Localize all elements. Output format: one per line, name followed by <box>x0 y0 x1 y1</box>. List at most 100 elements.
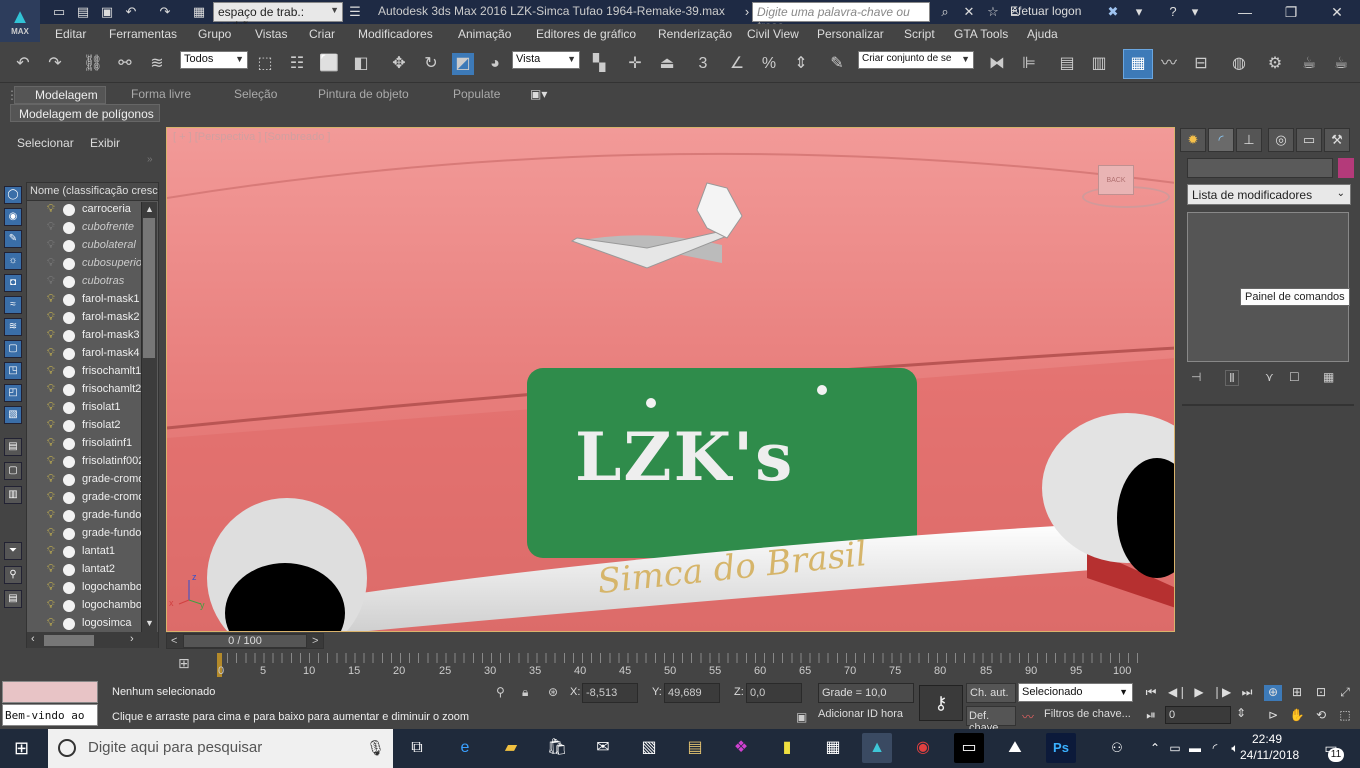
scene-row[interactable]: 💡︎ farol-mask4 <box>27 345 158 363</box>
freeze-toggle-icon[interactable] <box>63 582 75 594</box>
modifier-stack[interactable] <box>1187 212 1349 362</box>
account-menu-chevron-icon[interactable]: ▾ <box>1130 3 1148 21</box>
rendered-frame-window-icon[interactable]: ☕ <box>1298 53 1320 75</box>
scene-scroll-thumb[interactable] <box>143 218 155 358</box>
time-slider[interactable]: < 0 / 100 > <box>166 633 324 649</box>
zoom-extents-all-icon[interactable]: ⊡ <box>1312 685 1330 701</box>
ribbon-options-icon[interactable]: ▣▾ <box>530 87 547 101</box>
menu-item-vistas[interactable]: Vistas <box>255 27 287 41</box>
freeze-toggle-icon[interactable] <box>63 456 75 468</box>
scene-row[interactable]: 💡︎ carroceria <box>27 201 158 219</box>
object-color-swatch[interactable] <box>1338 158 1354 178</box>
chrome-icon[interactable]: ◉ <box>908 733 938 763</box>
bind-space-warp-icon[interactable]: ≋ <box>146 53 168 75</box>
taskbar-search-box[interactable]: Digite aqui para pesquisar 🎙︎ <box>48 729 393 768</box>
light-bulb-icon[interactable]: 💡︎ <box>47 473 57 486</box>
scene-row[interactable]: 💡︎ farol-mask1 <box>27 291 158 309</box>
freeze-toggle-icon[interactable] <box>63 222 75 234</box>
task-view-icon[interactable]: ⧉ <box>402 733 432 763</box>
select-object-icon[interactable]: ⬚ <box>254 53 276 75</box>
prev-frame-icon[interactable]: < <box>171 635 177 647</box>
archive-app-icon[interactable]: ▤ <box>680 733 710 763</box>
freeze-toggle-icon[interactable] <box>63 546 75 558</box>
light-bulb-icon[interactable]: 💡︎ <box>47 437 57 450</box>
image-viewer-icon[interactable]: ⛰ <box>1000 733 1030 763</box>
track-bar[interactable]: 0 5 10 15 20 25 30 35 40 45 50 55 60 65 … <box>217 653 1138 679</box>
light-bulb-icon[interactable]: 💡︎ <box>47 545 57 558</box>
orbit-icon[interactable]: ⟲ <box>1312 708 1330 724</box>
display-helpers-icon[interactable]: ≈ <box>4 296 22 314</box>
menu-item-modificadores[interactable]: Modificadores <box>358 27 433 41</box>
render-production-icon[interactable]: ☕ <box>1330 53 1352 75</box>
place-icon[interactable]: ◕ <box>484 53 506 75</box>
pin-stack-icon[interactable]: ⊣ <box>1191 370 1201 384</box>
open-file-icon[interactable]: ▤ <box>74 3 92 21</box>
move-icon[interactable]: ✥ <box>388 53 410 75</box>
quick-access-menu-icon[interactable]: ☰ <box>346 3 364 21</box>
current-frame-field[interactable]: 0 <box>1165 706 1231 724</box>
freeze-toggle-icon[interactable] <box>63 492 75 504</box>
freeze-toggle-icon[interactable] <box>63 600 75 612</box>
photoshop-icon[interactable]: Ps <box>1046 733 1076 763</box>
isolate-selection-icon[interactable]: ⚲ <box>496 685 505 699</box>
menu-item-criar[interactable]: Criar <box>309 27 335 41</box>
store-icon[interactable]: 🛍︎ <box>542 733 572 763</box>
scroll-right-icon[interactable]: › <box>130 633 134 645</box>
freeze-toggle-icon[interactable] <box>63 366 75 378</box>
zoom-extents-selected-icon[interactable]: ⤢ <box>1336 685 1354 701</box>
hierarchy-icon[interactable]: ▥ <box>4 486 22 504</box>
tab-pintura-objeto[interactable]: Pintura de objeto <box>318 87 409 101</box>
key-filters-button[interactable]: Filtros de chave... <box>1044 708 1131 720</box>
listener-mini-pane[interactable] <box>2 681 98 703</box>
scene-row[interactable]: 💡︎ lantat1 <box>27 543 158 561</box>
name-column-header[interactable]: Nome (classificação crescente) <box>27 183 158 201</box>
selection-lock-icon[interactable]: 🔒︎ <box>522 685 528 700</box>
select-manipulate-icon[interactable]: ✛ <box>624 53 646 75</box>
edit-named-selection-icon[interactable]: ✎ <box>826 53 848 75</box>
scene-row[interactable]: 💡︎ cubosuperior <box>27 255 158 273</box>
freeze-toggle-icon[interactable] <box>63 204 75 216</box>
light-bulb-icon[interactable]: 💡︎ <box>47 203 57 216</box>
binoculars-icon[interactable]: ⌕ <box>936 3 954 21</box>
auto-key-button[interactable]: Ch. aut. <box>966 683 1016 703</box>
spinner-snap-icon[interactable]: ⇕ <box>790 53 812 75</box>
light-bulb-icon[interactable]: 💡︎ <box>47 329 57 342</box>
unlink-icon[interactable]: ⚯ <box>114 53 136 75</box>
mini-curve-editor-icon[interactable]: ⊞ <box>178 655 190 672</box>
scene-row[interactable]: 💡︎ frisolatinf1 <box>27 435 158 453</box>
light-bulb-icon[interactable]: 💡︎ <box>47 401 57 414</box>
scene-row[interactable]: 💡︎ grade-cromo <box>27 489 158 507</box>
light-bulb-icon[interactable]: 💡︎ <box>47 239 57 252</box>
menu-item-ferramentas[interactable]: Ferramentas <box>109 27 177 41</box>
scene-row[interactable]: 💡︎ farol-mask2 <box>27 309 158 327</box>
frame-spinner-icon[interactable]: ⇕ <box>1232 706 1250 722</box>
utilities-tab-icon[interactable]: ⚒ <box>1324 128 1350 152</box>
render-setup-icon[interactable]: ⚙ <box>1264 53 1286 75</box>
scene-row[interactable]: 💡︎ grade-cromo <box>27 471 158 489</box>
scene-row[interactable]: 💡︎ frisochamlt2 <box>27 381 158 399</box>
calendar-app-icon[interactable]: ▦ <box>818 733 848 763</box>
pan-view-icon[interactable]: ✋ <box>1288 708 1306 724</box>
light-bulb-icon[interactable]: 💡︎ <box>47 221 57 234</box>
redo-icon[interactable]: ↷ <box>44 53 66 75</box>
freeze-toggle-icon[interactable] <box>63 294 75 306</box>
next-key-icon[interactable]: ❘▶ <box>1212 685 1231 701</box>
freeze-toggle-icon[interactable] <box>63 330 75 342</box>
x-coordinate-field[interactable]: -8,513 <box>582 683 638 703</box>
curve-editor-icon[interactable]: 〰 <box>1158 53 1180 75</box>
scene-row[interactable]: 💡︎ lantat2 <box>27 561 158 579</box>
named-selection-dropdown[interactable]: Criar conjunto de se ▼ <box>858 51 974 69</box>
restore-icon[interactable]: ❐ <box>1268 0 1314 24</box>
scene-row[interactable]: 💡︎ frisolat1 <box>27 399 158 417</box>
mail-icon[interactable]: ✉ <box>588 733 618 763</box>
freeze-toggle-icon[interactable] <box>63 276 75 288</box>
light-bulb-icon[interactable]: 💡︎ <box>47 257 57 270</box>
align-icon[interactable]: ⊫ <box>1018 53 1040 75</box>
scene-menu-selecionar[interactable]: Selecionar <box>17 136 74 150</box>
rotate-icon[interactable]: ↻ <box>420 53 442 75</box>
close-icon[interactable]: ✕ <box>1314 0 1360 24</box>
help-search-input[interactable]: Digite uma palavra-chave ou frase <box>752 2 930 33</box>
maxscript-mini-listener[interactable]: Bem-vindo ao <box>2 704 98 726</box>
light-bulb-icon[interactable]: 💡︎ <box>47 365 57 378</box>
redo-icon[interactable]: ↷ <box>156 3 174 21</box>
